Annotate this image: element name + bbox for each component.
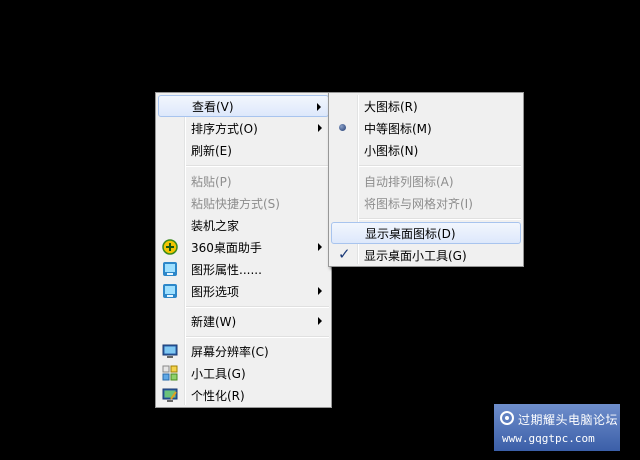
menu-item-paste-shortcut[interactable]: 粘贴快捷方式(S) xyxy=(158,192,329,214)
menu-item-label: 小工具(G) xyxy=(191,366,246,381)
menu-item-label: 粘贴快捷方式(S) xyxy=(191,196,280,211)
submenu-arrow-icon xyxy=(318,287,322,295)
forum-logo-icon xyxy=(500,411,514,425)
menu-item-label: 自动排列图标(A) xyxy=(364,174,454,189)
menu-separator xyxy=(186,306,329,308)
menu-item-view[interactable]: 查看(V) xyxy=(158,95,329,117)
menu-separator xyxy=(359,165,521,167)
menu-item-label: 显示桌面图标(D) xyxy=(365,226,456,241)
menu-item-label: 将图标与网格对齐(I) xyxy=(364,196,473,211)
gadgets-icon xyxy=(162,365,178,381)
menu-separator xyxy=(186,165,329,167)
menu-item-paste[interactable]: 粘贴(P) xyxy=(158,170,329,192)
menu-item-label: 小图标(N) xyxy=(364,143,419,158)
submenu-item-medium-icons[interactable]: 中等图标(M) xyxy=(331,117,521,139)
menu-item-zhuangjizhijia[interactable]: 装机之家 xyxy=(158,214,329,236)
menu-item-personalize[interactable]: 个性化(R) xyxy=(158,384,329,406)
submenu-arrow-icon xyxy=(317,103,321,111)
menu-item-label: 刷新(E) xyxy=(191,143,232,158)
personalize-icon xyxy=(162,388,178,402)
menu-separator xyxy=(186,336,329,338)
watermark-title: 过期耀头电脑论坛 xyxy=(518,413,619,427)
screen-resolution-icon xyxy=(162,344,178,358)
menu-item-label: 排序方式(O) xyxy=(191,121,258,136)
menu-item-refresh[interactable]: 刷新(E) xyxy=(158,139,329,161)
menu-item-label: 个性化(R) xyxy=(191,388,245,403)
menu-item-label: 图形选项 xyxy=(191,284,240,299)
desktop-context-menu: 查看(V) 排序方式(O) 刷新(E) 粘贴(P) 粘贴快捷方式(S) 装机之家… xyxy=(155,92,332,408)
menu-item-label: 图形属性...... xyxy=(191,262,262,277)
view-submenu: 大图标(R) 中等图标(M) 小图标(N) 自动排列图标(A) 将图标与网格对齐… xyxy=(328,92,524,267)
submenu-item-show-desktop-gadgets[interactable]: ✓ 显示桌面小工具(G) xyxy=(331,244,521,266)
submenu-arrow-icon xyxy=(318,317,322,325)
menu-item-label: 装机之家 xyxy=(191,218,240,233)
radio-bullet-icon xyxy=(339,124,346,131)
menu-item-label: 新建(W) xyxy=(191,314,237,329)
menu-item-new[interactable]: 新建(W) xyxy=(158,310,329,332)
submenu-item-small-icons[interactable]: 小图标(N) xyxy=(331,139,521,161)
menu-item-screen-resolution[interactable]: 屏幕分辨率(C) xyxy=(158,340,329,362)
submenu-item-align-to-grid[interactable]: 将图标与网格对齐(I) xyxy=(331,192,521,214)
menu-item-gadgets[interactable]: 小工具(G) xyxy=(158,362,329,384)
watermark-url: www.gqgtpc.com xyxy=(502,432,595,445)
menu-item-graphics-options[interactable]: 图形选项 xyxy=(158,280,329,302)
menu-item-graphics-properties[interactable]: 图形属性...... xyxy=(158,258,329,280)
360-assistant-icon xyxy=(162,239,178,255)
menu-item-label: 屏幕分辨率(C) xyxy=(191,344,269,359)
menu-item-label: 查看(V) xyxy=(192,99,234,114)
forum-watermark: 过期耀头电脑论坛 www.gqgtpc.com xyxy=(494,404,620,451)
submenu-item-show-desktop-icons[interactable]: 显示桌面图标(D) xyxy=(331,222,521,244)
graphics-properties-icon xyxy=(163,262,177,276)
menu-separator xyxy=(359,218,521,220)
menu-item-label: 360桌面助手 xyxy=(191,240,262,255)
submenu-arrow-icon xyxy=(318,243,322,251)
menu-item-sort-by[interactable]: 排序方式(O) xyxy=(158,117,329,139)
menu-item-label: 中等图标(M) xyxy=(364,121,432,136)
menu-item-label: 大图标(R) xyxy=(364,99,418,114)
submenu-item-auto-arrange[interactable]: 自动排列图标(A) xyxy=(331,170,521,192)
graphics-options-icon xyxy=(163,284,177,298)
menu-item-label: 粘贴(P) xyxy=(191,174,232,189)
submenu-arrow-icon xyxy=(318,124,322,132)
menu-item-360-assistant[interactable]: 360桌面助手 xyxy=(158,236,329,258)
menu-item-label: 显示桌面小工具(G) xyxy=(364,248,467,263)
submenu-item-large-icons[interactable]: 大图标(R) xyxy=(331,95,521,117)
checkmark-icon: ✓ xyxy=(338,245,351,263)
